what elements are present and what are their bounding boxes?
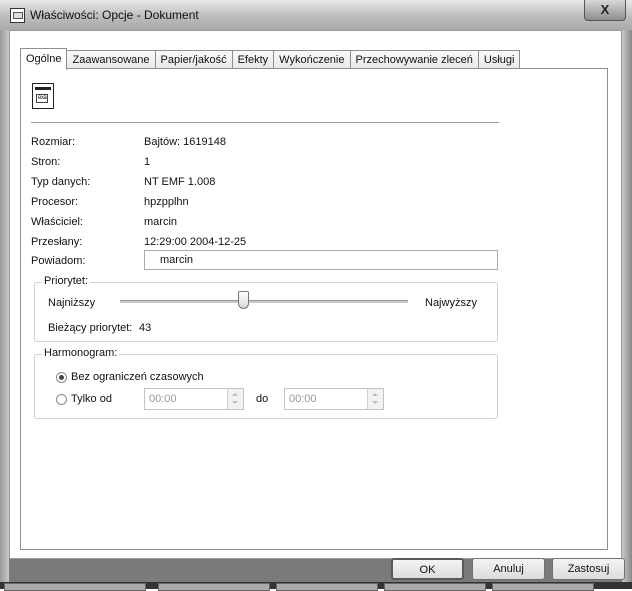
priority-slider-thumb[interactable] (238, 291, 250, 309)
processor-label: Procesor: (31, 196, 79, 208)
tab-effects[interactable]: Efekty (231, 50, 275, 70)
tab-finishing[interactable]: Wykończenie (273, 50, 351, 70)
cancel-button[interactable]: Anuluj (472, 558, 545, 580)
separator (31, 122, 499, 123)
spinner-arrows-icon[interactable] (227, 389, 243, 409)
from-time-value: 00:00 (149, 393, 177, 405)
pages-value: 1 (144, 156, 151, 168)
tab-services[interactable]: Usługi (477, 50, 521, 70)
taskbar-item[interactable] (492, 583, 594, 591)
tab-strip: Ogólne Zaawansowane Papier/jakość Efekty Wyk… (20, 47, 521, 70)
pages-label: Stron: (31, 156, 61, 168)
to-time-value: 00:00 (289, 393, 317, 405)
priority-slider-track[interactable] (120, 300, 408, 303)
radio-only-from-label: Tylko od (71, 393, 112, 405)
size-value: Bajtów: 1619148 (144, 136, 226, 148)
tab-paper-quality[interactable]: Papier/jakość (154, 50, 233, 70)
window-frame-left (0, 30, 9, 589)
priority-group-title: Priorytet: (42, 275, 91, 287)
submitted-value: 12:29:00 2004-12-25 (144, 236, 247, 248)
apply-button[interactable]: Zastosuj (552, 558, 625, 580)
priority-max-label: Najwyższy (425, 297, 477, 309)
window-frame-right (622, 30, 632, 589)
radio-unrestricted[interactable] (56, 372, 67, 383)
radio-unrestricted-label: Bez ograniczeń czasowych (71, 371, 204, 383)
tab-job-storage[interactable]: Przechowywanie zleceń (349, 50, 479, 70)
taskbar-item[interactable] (158, 583, 270, 591)
processor-value: hpzpplhn (144, 196, 189, 208)
datatype-value: NT EMF 1.008 (144, 176, 216, 188)
schedule-group: Harmonogram: (34, 347, 498, 419)
window-title: Właściwości: Opcje - Dokument (30, 8, 199, 22)
current-priority-value: 43 (139, 322, 152, 334)
close-button[interactable]: X (584, 0, 626, 21)
taskbar-item[interactable] (4, 583, 146, 591)
properties-window: Właściwości: Opcje - Dokument X Ogólne Za… (0, 0, 632, 591)
radio-only-from[interactable] (56, 394, 67, 405)
taskbar-item[interactable] (384, 583, 486, 591)
owner-label: Właściciel: (31, 216, 83, 228)
tab-advanced[interactable]: Zaawansowane (66, 50, 156, 70)
spinner-arrows-icon[interactable] (367, 389, 383, 409)
ok-button[interactable]: OK (391, 558, 464, 580)
to-time-spinner[interactable]: 00:00 (284, 388, 384, 410)
current-priority-label: Bieżący priorytet: (48, 322, 133, 334)
datatype-label: Typ danych: (31, 176, 91, 188)
notify-input[interactable]: marcin (144, 250, 498, 270)
title-bar[interactable]: Właściwości: Opcje - Dokument X (0, 0, 632, 31)
owner-value: marcin (144, 216, 178, 228)
document-icon (32, 83, 54, 109)
from-time-spinner[interactable]: 00:00 (144, 388, 244, 410)
taskbar (0, 582, 632, 591)
priority-min-label: Najniższy (48, 297, 96, 309)
submitted-label: Przesłany: (31, 236, 83, 248)
size-label: Rozmiar: (31, 136, 76, 148)
tab-general[interactable]: Ogólne (20, 48, 68, 70)
taskbar-item[interactable] (276, 583, 378, 591)
schedule-group-title: Harmonogram: (42, 347, 120, 359)
printer-document-icon (10, 8, 25, 23)
notify-label: Powiadom: (31, 255, 86, 267)
to-label: do (256, 393, 269, 405)
